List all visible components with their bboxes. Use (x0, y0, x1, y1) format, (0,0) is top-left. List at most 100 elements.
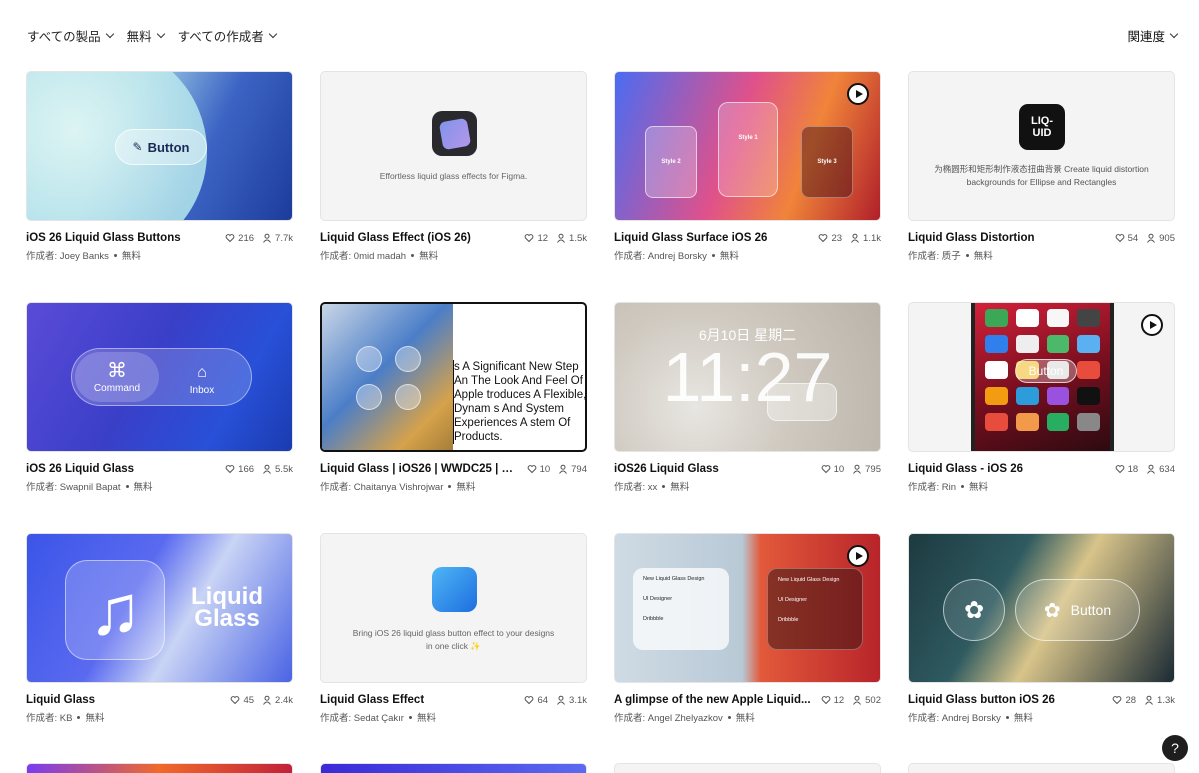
card-title[interactable]: iOS 26 Liquid Glass (26, 463, 134, 475)
heart-icon (527, 465, 536, 474)
likes-count[interactable]: 10 (821, 464, 844, 475)
card-byline: 作成者: Chaitanya Vishrojwar 無料 (320, 479, 587, 493)
author-name[interactable]: Chaitanya Vishrojwar (354, 482, 444, 493)
card-thumbnail[interactable]: New Liquid Glass Design UI Designer Drib… (614, 533, 881, 683)
card-title[interactable]: Liquid Glass Distortion (908, 232, 1035, 244)
card-byline: 作成者: Rin 無料 (908, 479, 1175, 493)
glass-pill-label: Button (1070, 602, 1112, 618)
authors-filter-dropdown[interactable]: すべての作成者 (178, 26, 278, 45)
user-icon (1147, 233, 1156, 243)
users-value: 794 (571, 463, 587, 475)
author-name[interactable]: Angel Zhelyazkov (648, 713, 723, 724)
likes-count[interactable]: 45 (230, 695, 254, 706)
card-thumbnail[interactable]: ♫ Liquid Glass (26, 533, 293, 683)
author-name[interactable]: KB (60, 713, 73, 724)
user-icon (853, 695, 862, 705)
card-thumbnail-partial[interactable] (320, 763, 587, 773)
figma-icon: ✿ (963, 596, 985, 624)
resource-card[interactable]: ♫ Liquid Glass Liquid Glass 45 2.4k 作成者:… (26, 533, 293, 764)
likes-count[interactable]: 23 (818, 233, 842, 244)
author-name[interactable]: 质子 (942, 251, 961, 262)
likes-count[interactable]: 54 (1115, 233, 1138, 244)
thumb-caption: Bring iOS 26 liquid glass button effect … (352, 628, 555, 651)
resource-card[interactable]: ✎ Button iOS 26 Liquid Glass Buttons 216… (26, 71, 293, 302)
chevron-down-icon (268, 29, 278, 39)
card-thumbnail[interactable]: Bring iOS 26 liquid glass button effect … (320, 533, 587, 683)
help-button[interactable]: ? (1162, 735, 1188, 761)
card-byline: 作成者: Angel Zhelyazkov 無料 (614, 710, 881, 724)
author-prefix: 作成者: (908, 482, 942, 493)
card-thumbnail[interactable]: ✎ Button (26, 71, 293, 221)
resource-card[interactable]: Effortless liquid glass effects for Figm… (320, 71, 587, 302)
resource-card[interactable]: New Liquid Glass Design UI Designer Drib… (614, 533, 881, 764)
card-thumbnail-partial[interactable] (908, 763, 1175, 773)
liquid-glass-wordmark: Liquid Glass (191, 583, 263, 632)
price-filter-dropdown[interactable]: 無料 (127, 26, 165, 45)
card-thumbnail-partial[interactable] (26, 763, 293, 773)
play-icon[interactable] (1141, 314, 1163, 336)
author-name[interactable]: 0mid madah (354, 251, 406, 262)
chevron-down-icon (156, 29, 165, 39)
card-thumbnail[interactable]: LIQ-UID 为椭圆形和矩形制作液态扭曲背景 Create liquid di… (908, 71, 1175, 221)
products-filter-dropdown[interactable]: すべての製品 (27, 26, 114, 45)
card-thumbnail[interactable]: Effortless liquid glass effects for Figm… (320, 71, 587, 221)
likes-count[interactable]: 10 (527, 464, 550, 475)
resource-card[interactable]: Button Liquid Glass - iOS 26 18 634 作成者:… (908, 302, 1175, 533)
author-name[interactable]: Sedat Çakır (354, 713, 404, 724)
glass-widget (767, 383, 837, 421)
card-thumbnail[interactable]: Button (908, 302, 1175, 452)
likes-count[interactable]: 216 (225, 233, 254, 244)
resource-card[interactable]: Bring iOS 26 liquid glass button effect … (320, 533, 587, 764)
likes-count[interactable]: 28 (1112, 695, 1136, 706)
card-byline: 作成者: xx 無料 (614, 479, 881, 493)
card-title[interactable]: Liquid Glass Effect (320, 694, 424, 706)
author-prefix: 作成者: (320, 482, 354, 493)
card-thumbnail[interactable]: s A Significant New Step An The Look And… (320, 302, 587, 452)
card-thumbnail[interactable]: 6月10日 星期二 11:27 (614, 302, 881, 452)
card-title[interactable]: Liquid Glass - iOS 26 (908, 463, 1023, 475)
author-name[interactable]: Joey Banks (60, 251, 109, 262)
author-name[interactable]: Andrej Borsky (648, 251, 707, 262)
card-title[interactable]: Liquid Glass (26, 694, 95, 706)
likes-count[interactable]: 18 (1115, 464, 1138, 475)
users-value: 2.4k (275, 694, 293, 706)
users-count: 634 (1146, 464, 1175, 475)
likes-count[interactable]: 12 (524, 233, 548, 244)
card-thumbnail[interactable]: ⌘ Command ⌂ Inbox (26, 302, 293, 452)
play-icon[interactable] (847, 545, 869, 567)
likes-count[interactable]: 12 (821, 695, 844, 706)
card-thumbnail[interactable]: Style 2 Style 1 Style 3 (614, 71, 881, 221)
likes-count[interactable]: 64 (524, 695, 548, 706)
card-byline: 作成者: 0mid madah 無料 (320, 248, 587, 262)
resource-card[interactable]: ✿ ✿ Button Liquid Glass button iOS 26 28… (908, 533, 1175, 764)
menu-item-label: UI Designer (643, 596, 673, 602)
card-thumbnail[interactable]: ✿ ✿ Button (908, 533, 1175, 683)
author-prefix: 作成者: (614, 713, 648, 724)
resource-grid: ✎ Button iOS 26 Liquid Glass Buttons 216… (26, 71, 1175, 764)
card-title[interactable]: Liquid Glass Effect (iOS 26) (320, 232, 471, 244)
card-title[interactable]: iOS 26 Liquid Glass Buttons (26, 232, 181, 244)
resource-card[interactable]: s A Significant New Step An The Look And… (320, 302, 587, 533)
card-title[interactable]: Liquid Glass Surface iOS 26 (614, 232, 767, 244)
resource-card[interactable]: ⌘ Command ⌂ Inbox iOS 26 Liquid Glass 16… (26, 302, 293, 533)
author-name[interactable]: Rin (942, 482, 956, 493)
card-title[interactable]: iOS26 Liquid Glass (614, 463, 719, 475)
card-title[interactable]: A glimpse of the new Apple Liquid... (614, 694, 811, 706)
resource-card[interactable]: LIQ-UID 为椭圆形和矩形制作液态扭曲背景 Create liquid di… (908, 71, 1175, 302)
play-icon[interactable] (847, 83, 869, 105)
likes-count[interactable]: 166 (225, 464, 254, 475)
card-title[interactable]: Liquid Glass button iOS 26 (908, 694, 1055, 706)
resource-card[interactable]: 6月10日 星期二 11:27 iOS26 Liquid Glass 10 79… (614, 302, 881, 533)
author-name[interactable]: Swapnil Bapat (60, 482, 121, 493)
users-count: 1.5k (556, 233, 587, 244)
sort-dropdown[interactable]: 関連度 (1127, 26, 1179, 45)
users-value: 634 (1159, 463, 1175, 475)
resource-card[interactable]: Style 2 Style 1 Style 3 Liquid Glass Sur… (614, 71, 881, 302)
phone-mockup: Button (971, 303, 1114, 451)
card-thumbnail-partial[interactable] (614, 763, 881, 773)
card-title[interactable]: Liquid Glass | iOS26 | WWDC25 | Clic... (320, 463, 520, 475)
likes-value: 166 (238, 463, 255, 475)
author-name[interactable]: xx (648, 482, 658, 493)
likes-value: 45 (243, 694, 255, 706)
author-name[interactable]: Andrej Borsky (942, 713, 1001, 724)
